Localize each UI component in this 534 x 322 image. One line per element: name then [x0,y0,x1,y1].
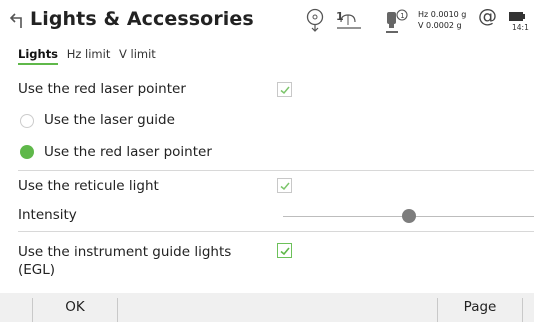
footer-bar: OK Page [0,293,534,322]
tab-hz-limit[interactable]: Hz limit [67,47,111,63]
tab-lights[interactable]: Lights [18,47,59,65]
tab-bar: Lights Hz limit V limit [18,47,161,65]
intensity-slider-thumb[interactable] [401,209,416,223]
at-symbol-icon[interactable]: @ [478,5,497,27]
reticule-light-checkbox[interactable] [277,178,292,193]
tracking-prism-icon[interactable] [305,8,325,38]
radio-laser-guide[interactable] [20,114,34,128]
checkmark-icon [280,182,290,191]
checkmark-icon [280,247,290,256]
face-number: 1 [336,10,344,23]
angle-readout: Hz 0.0010 g V 0.0002 g [418,9,466,31]
reticule-light-label: Use the reticule light [18,178,159,194]
footer-divider [522,298,523,322]
divider [18,170,534,171]
egl-label-line1: Use the instrument guide lights [18,244,232,260]
red-laser-checkbox[interactable] [277,82,292,97]
radio-red-laser-pointer-label: Use the red laser pointer [44,144,212,160]
ok-button[interactable]: OK [33,293,117,322]
red-laser-label: Use the red laser pointer [18,81,186,97]
instrument-icon[interactable]: 1 [382,8,410,38]
svg-text:1: 1 [400,12,404,20]
footer-divider [117,298,118,322]
page-title: Lights & Accessories [30,8,254,30]
hz-reading: Hz 0.0010 g [418,10,467,19]
v-reading: V 0.0002 g [418,21,462,30]
intensity-label: Intensity [18,207,77,223]
page-button[interactable]: Page [438,293,522,322]
back-arrow-icon[interactable] [9,12,24,30]
clock: 14:1 [512,23,529,32]
radio-red-laser-pointer[interactable] [20,145,34,159]
tab-v-limit[interactable]: V limit [119,47,156,63]
divider [18,231,534,232]
checkmark-icon [280,86,290,95]
egl-label-line2: (EGL) [18,262,56,278]
radio-laser-guide-label: Use the laser guide [44,112,175,128]
title-bar: Lights & Accessories 1 1 Hz 0.0010 g V 0… [0,0,534,42]
egl-checkbox[interactable] [277,243,292,258]
